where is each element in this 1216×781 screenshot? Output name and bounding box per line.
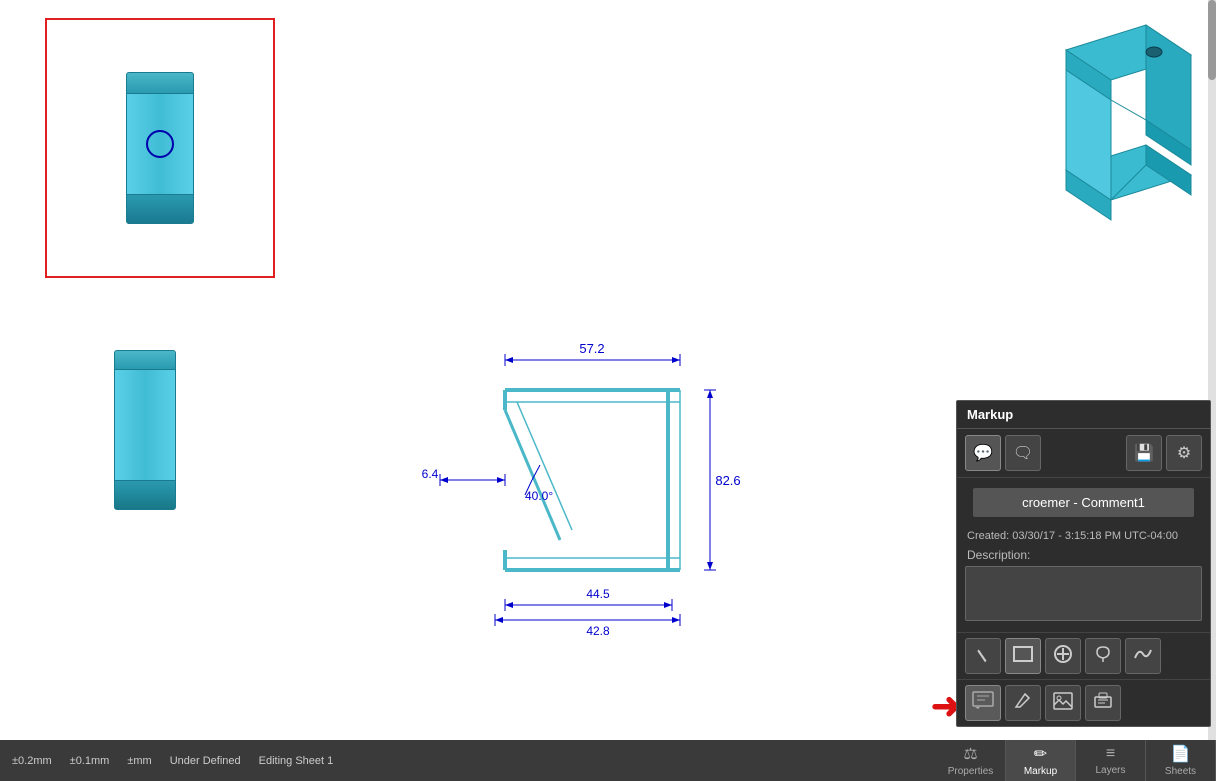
layers-tab-icon: ≡	[1106, 745, 1115, 763]
bottom-tab-group: ⚖ Properties ✏ Markup ≡ Layers 📄 Sheets	[936, 740, 1216, 781]
part-top-cap	[126, 72, 194, 94]
svg-text:82.6: 82.6	[715, 473, 740, 488]
part-view-selected[interactable]	[45, 18, 275, 278]
save-btn[interactable]: 💾	[1126, 435, 1162, 471]
iso-svg	[1006, 10, 1206, 280]
tab-properties[interactable]: ⚖ Properties	[936, 740, 1006, 781]
created-meta: Created: 03/30/17 - 3:15:18 PM UTC-04:00	[957, 527, 1210, 544]
markup-panel-header: Markup	[957, 401, 1210, 429]
markup-tools-row2	[957, 679, 1210, 726]
line-tool-icon: /	[974, 647, 992, 665]
markup-panel-title: Markup	[967, 407, 1013, 422]
status-defined: Under Defined	[170, 755, 241, 767]
markup-tab-icon: ✏	[1034, 744, 1047, 764]
bottom-tabs-bar: ±0.2mm ±0.1mm ±mm Under Defined Editing …	[0, 740, 1216, 781]
tab-sheets[interactable]: 📄 Sheets	[1146, 740, 1216, 781]
part-cylinder-bottom	[114, 350, 176, 510]
iso-view	[1006, 10, 1206, 280]
svg-text:42.8: 42.8	[586, 624, 610, 638]
pen-tool-btn[interactable]	[1005, 685, 1041, 721]
panel-content: 💬 🗨 💾 ⚙ Created: 03/30/17 - 3:15:18 PM U…	[957, 429, 1210, 726]
technical-drawing-svg: 57.2 82.6 6.4 40.0°	[350, 270, 800, 640]
svg-text:6.4: 6.4	[422, 467, 439, 481]
rect-tool-btn[interactable]	[1005, 638, 1041, 674]
circle-tool-btn[interactable]	[1045, 638, 1081, 674]
properties-tab-icon: ⚖	[963, 744, 977, 764]
markup-tools-row1: /	[957, 632, 1210, 679]
tab-markup[interactable]: ✏ Markup	[1006, 740, 1076, 781]
comment-name-input[interactable]	[973, 488, 1194, 517]
rect-tool-icon	[1013, 646, 1033, 667]
image-tool-icon	[1053, 692, 1073, 715]
drawing-area: 57.2 82.6 6.4 40.0°	[350, 270, 800, 640]
callout-tool-btn[interactable]	[965, 685, 1001, 721]
part-cylinder-top	[126, 72, 194, 224]
status-tolerance3: ±mm	[127, 755, 151, 767]
curve-tool-btn[interactable]	[1125, 638, 1161, 674]
stamp-tool-btn[interactable]	[1085, 685, 1121, 721]
part-hole	[146, 130, 174, 158]
comment-filled-btn[interactable]: 💬	[965, 435, 1001, 471]
status-tolerance2: ±0.1mm	[70, 755, 110, 767]
comment-name-container	[957, 478, 1210, 527]
circle-tool-icon	[1053, 644, 1073, 669]
status-sheet: Editing Sheet 1	[259, 755, 334, 767]
part-body-2	[114, 370, 176, 480]
properties-tab-label: Properties	[948, 766, 994, 777]
status-tolerance1: ±0.2mm	[12, 755, 52, 767]
markup-panel: Markup 💬 🗨 💾 ⚙	[956, 400, 1211, 727]
status-items: ±0.2mm ±0.1mm ±mm Under Defined Editing …	[0, 740, 936, 781]
markup-tab-label: Markup	[1024, 766, 1057, 777]
svg-text:40.0°: 40.0°	[525, 489, 553, 503]
pen-tool-icon	[1013, 691, 1033, 716]
comment-outline-icon: 🗨	[1013, 443, 1033, 463]
comment-outline-btn[interactable]: 🗨	[1005, 435, 1041, 471]
save-icon: 💾	[1134, 443, 1154, 463]
lasso-tool-icon	[1093, 644, 1113, 669]
settings-btn[interactable]: ⚙	[1166, 435, 1202, 471]
stamp-tool-icon	[1093, 691, 1113, 716]
comment-filled-icon: 💬	[973, 443, 993, 463]
curve-tool-icon	[1133, 644, 1153, 669]
part-body	[126, 94, 194, 194]
line-tool-btn[interactable]: /	[965, 638, 1001, 674]
svg-text:57.2: 57.2	[579, 341, 604, 356]
part-view-plain	[65, 320, 225, 540]
layers-tab-label: Layers	[1095, 765, 1125, 776]
part-bottom-cap-2	[114, 480, 176, 510]
sheets-tab-icon: 📄	[1171, 744, 1191, 764]
svg-text:44.5: 44.5	[586, 587, 610, 601]
scrollbar-thumb[interactable]	[1208, 0, 1216, 80]
part-top-cap-2	[114, 350, 176, 370]
settings-icon: ⚙	[1177, 443, 1191, 463]
image-tool-btn[interactable]	[1045, 685, 1081, 721]
lasso-tool-btn[interactable]	[1085, 638, 1121, 674]
description-textarea[interactable]	[965, 566, 1202, 621]
sheets-tab-label: Sheets	[1165, 766, 1196, 777]
description-label: Description:	[957, 544, 1210, 564]
tab-layers[interactable]: ≡ Layers	[1076, 740, 1146, 781]
canvas-area: 57.2 82.6 6.4 40.0°	[0, 0, 1216, 740]
callout-tool-icon	[972, 691, 994, 716]
part-bottom-cap	[126, 194, 194, 224]
markup-toolbar-top-row: 💬 🗨 💾 ⚙	[957, 429, 1210, 478]
